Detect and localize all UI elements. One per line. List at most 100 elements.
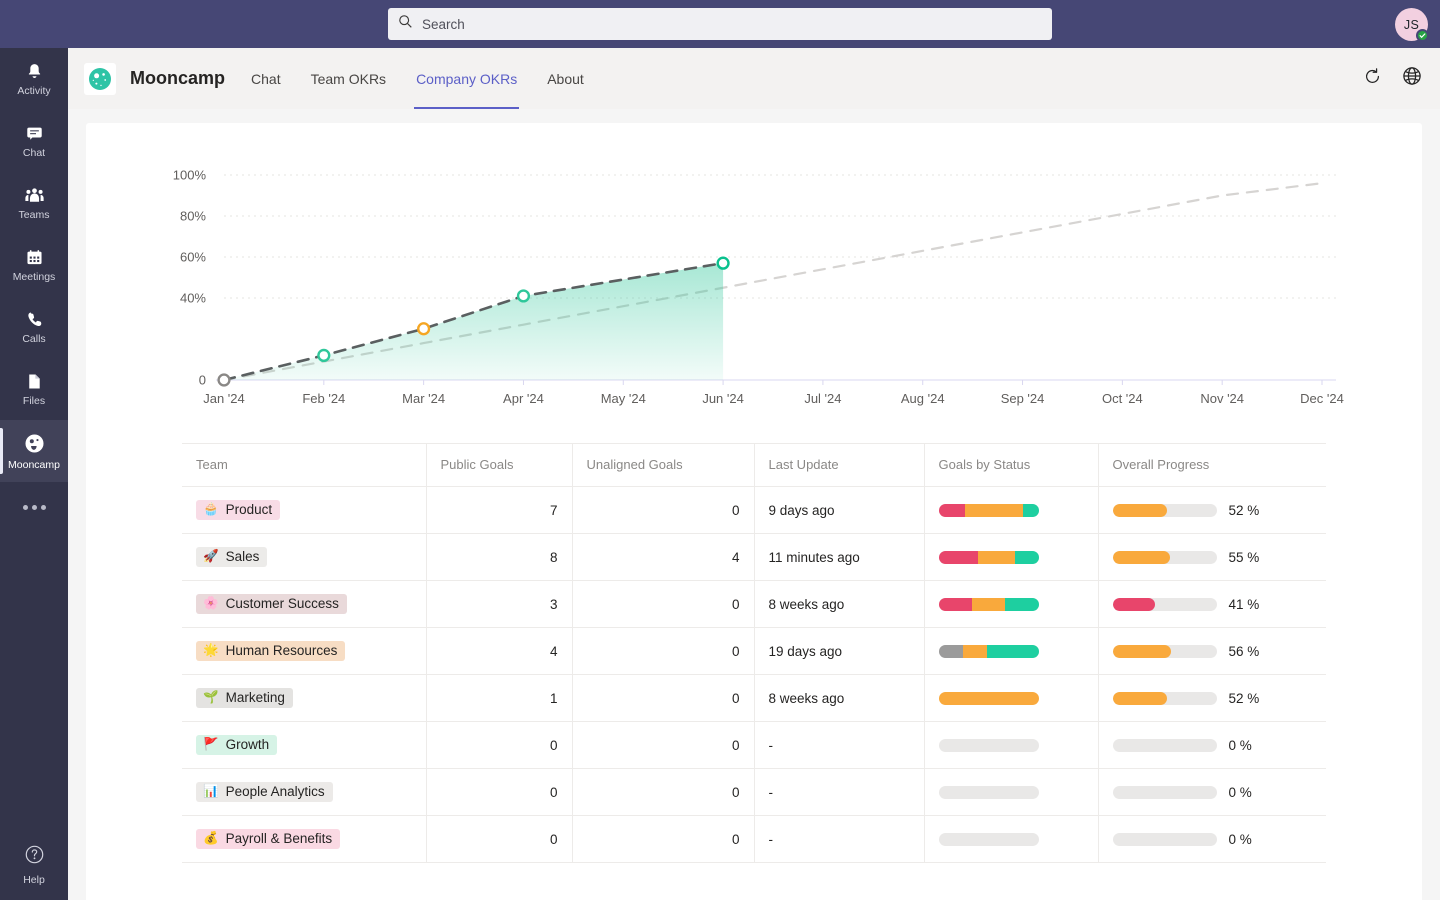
team-emoji-icon: 💰 <box>203 832 219 845</box>
tab-label: About <box>547 71 584 87</box>
progress-bar[interactable] <box>1113 551 1217 564</box>
team-name-label: Sales <box>226 549 260 564</box>
page-title: Mooncamp <box>130 68 225 89</box>
progress-value-label: 55 % <box>1229 550 1260 565</box>
tab-company-okrs[interactable]: Company OKRs <box>414 48 519 109</box>
sidebar-item-help[interactable]: Help <box>0 838 68 892</box>
team-chip[interactable]: 💰 Payroll & Benefits <box>196 829 340 849</box>
tab-team-okrs[interactable]: Team OKRs <box>309 48 388 109</box>
dot <box>32 505 37 510</box>
goals-status-bar[interactable] <box>939 692 1039 705</box>
goals-status-bar[interactable] <box>939 504 1039 517</box>
cell-public-goals: 8 <box>426 534 572 581</box>
cell-public-goals: 0 <box>426 722 572 769</box>
column-header-overall-progress[interactable]: Overall Progress <box>1098 444 1326 487</box>
column-header-unaligned-goals[interactable]: Unaligned Goals <box>572 444 754 487</box>
sidebar-item-chat[interactable]: Chat <box>0 110 68 172</box>
avatar[interactable]: JS <box>1395 8 1428 41</box>
cell-unaligned-goals: 0 <box>572 722 754 769</box>
team-chip[interactable]: 🌟Human Resources <box>196 641 345 661</box>
team-name-label: Marketing <box>226 690 285 705</box>
progress-bar[interactable] <box>1113 645 1217 658</box>
cell-overall-progress: 0 % <box>1098 769 1326 816</box>
cell-public-goals: 0 <box>426 769 572 816</box>
cell-last-update: 9 days ago <box>754 487 924 534</box>
goals-status-bar[interactable] <box>939 833 1039 846</box>
table-row[interactable]: 🌟Human Resources4019 days ago56 % <box>182 628 1326 675</box>
search-box[interactable] <box>388 8 1052 40</box>
cell-goals-by-status <box>924 628 1098 675</box>
chart-data-point[interactable] <box>318 350 329 361</box>
question-circle-icon <box>24 844 45 870</box>
cell-public-goals: 0 <box>426 816 572 863</box>
sidebar-item-activity[interactable]: Activity <box>0 48 68 110</box>
status-segment-on_track <box>1005 598 1039 611</box>
progress-value-label: 41 % <box>1229 597 1260 612</box>
search-icon <box>398 14 413 34</box>
sidebar-more-apps-button[interactable] <box>0 482 68 532</box>
goals-status-bar[interactable] <box>939 786 1039 799</box>
sidebar-item-calls[interactable]: Calls <box>0 296 68 358</box>
chart-data-point[interactable] <box>219 375 230 386</box>
table-row[interactable]: 📊People Analytics00-0 % <box>182 769 1326 816</box>
cell-unaligned-goals: 0 <box>572 769 754 816</box>
tab-label: Company OKRs <box>416 71 517 87</box>
column-header-team[interactable]: Team <box>182 444 426 487</box>
tab-about[interactable]: About <box>545 48 586 109</box>
progress-bar[interactable] <box>1113 504 1217 517</box>
progress-bar[interactable] <box>1113 598 1217 611</box>
table-row[interactable]: 🌱Marketing108 weeks ago52 % <box>182 675 1326 722</box>
globe-icon[interactable] <box>1402 66 1422 91</box>
chart-data-point[interactable] <box>418 323 429 334</box>
status-segment-at_risk <box>972 598 1005 611</box>
team-name-label: Payroll & Benefits <box>226 831 333 846</box>
team-chip[interactable]: 🚀Sales <box>196 547 267 567</box>
status-segment-at_risk <box>978 551 1015 564</box>
sidebar-item-meetings[interactable]: Meetings <box>0 234 68 296</box>
team-chip[interactable]: 📊People Analytics <box>196 782 333 802</box>
tab-chat[interactable]: Chat <box>249 48 283 109</box>
table-row[interactable]: 🚀Sales8411 minutes ago55 % <box>182 534 1326 581</box>
chart-data-point[interactable] <box>518 291 529 302</box>
cell-last-update: 8 weeks ago <box>754 581 924 628</box>
progress-bar[interactable] <box>1113 786 1217 799</box>
sidebar-item-teams[interactable]: Teams <box>0 172 68 234</box>
progress-value-label: 52 % <box>1229 691 1260 706</box>
presence-badge-available <box>1416 29 1429 42</box>
sidebar-item-mooncamp[interactable]: Mooncamp <box>0 420 68 482</box>
refresh-icon[interactable] <box>1363 67 1382 91</box>
team-chip[interactable]: 🌸Customer Success <box>196 594 347 614</box>
y-axis-tick-label: 0 <box>199 373 206 388</box>
table-body: 🧁Product709 days ago52 %🚀Sales8411 minut… <box>182 487 1326 863</box>
cell-goals-by-status <box>924 534 1098 581</box>
column-header-last-update[interactable]: Last Update <box>754 444 924 487</box>
column-header-goals-by-status[interactable]: Goals by Status <box>924 444 1098 487</box>
progress-bar[interactable] <box>1113 833 1217 846</box>
team-emoji-icon: 🌱 <box>203 691 219 704</box>
sidebar-item-files[interactable]: Files <box>0 358 68 420</box>
chart-data-point[interactable] <box>718 258 729 269</box>
goals-status-bar[interactable] <box>939 645 1039 658</box>
table-row[interactable]: 🧁Product709 days ago52 % <box>182 487 1326 534</box>
x-axis-tick-label: Oct '24 <box>1102 391 1143 406</box>
cell-unaligned-goals: 0 <box>572 581 754 628</box>
progress-bar[interactable] <box>1113 739 1217 752</box>
calendar-icon <box>25 248 44 267</box>
table-row[interactable]: 💰Payroll & Benefits00-0 % <box>182 816 1326 863</box>
goals-status-bar[interactable] <box>939 551 1039 564</box>
team-name-label: Growth <box>226 737 270 752</box>
team-chip[interactable]: 🧁Product <box>196 500 280 520</box>
search-input[interactable] <box>422 17 1042 32</box>
team-chip[interactable]: 🌱 Marketing <box>196 688 293 708</box>
goals-status-bar[interactable] <box>939 739 1039 752</box>
team-chip[interactable]: 🚩Growth <box>196 735 277 755</box>
table-row[interactable]: 🌸Customer Success308 weeks ago41 % <box>182 581 1326 628</box>
goals-status-bar[interactable] <box>939 598 1039 611</box>
app-rail: Activity Chat <box>0 48 68 900</box>
progress-bar[interactable] <box>1113 692 1217 705</box>
column-header-public-goals[interactable]: Public Goals <box>426 444 572 487</box>
app-window: JS Activity <box>0 0 1440 900</box>
table-row[interactable]: 🚩Growth00-0 % <box>182 722 1326 769</box>
cell-last-update: 11 minutes ago <box>754 534 924 581</box>
progress-value-label: 56 % <box>1229 644 1260 659</box>
